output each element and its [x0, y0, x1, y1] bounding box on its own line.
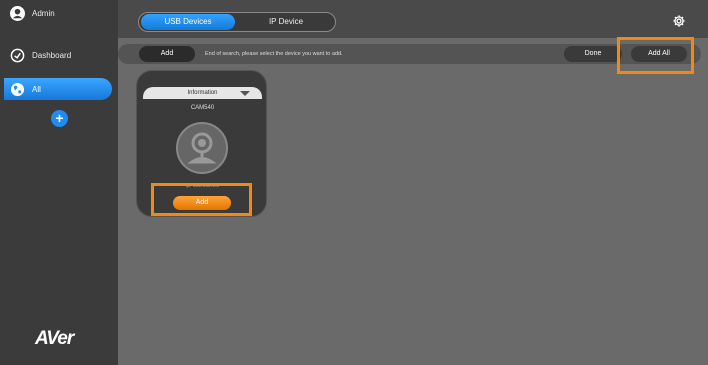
gear-icon[interactable]	[672, 14, 686, 28]
device-add-highlight	[151, 183, 252, 216]
user-icon	[10, 6, 25, 21]
sidebar-item-dashboard[interactable]: Dashboard	[10, 48, 71, 63]
device-type-tabs: USB Devices IP Device	[138, 12, 336, 32]
chevron-down-icon	[240, 91, 250, 96]
tab-ip-device[interactable]: IP Device	[239, 14, 333, 30]
information-label: Information	[187, 90, 218, 96]
globe-icon	[10, 82, 25, 96]
admin-label: Admin	[32, 9, 55, 18]
device-model: CAM540	[190, 105, 215, 111]
add-all-highlight	[617, 37, 694, 74]
sidebar: Admin Dashboard All + AVer	[0, 0, 118, 365]
sidebar-admin[interactable]: Admin	[10, 6, 55, 21]
all-label: All	[32, 84, 41, 94]
add-button[interactable]: Add	[139, 46, 195, 62]
done-button[interactable]: Done	[564, 46, 622, 62]
webcam-icon	[176, 122, 228, 174]
aver-logo: AVer	[35, 328, 74, 349]
search-status-message: End of search, please select the device …	[205, 51, 343, 57]
tab-usb-devices[interactable]: USB Devices	[141, 14, 235, 30]
dashboard-label: Dashboard	[32, 51, 72, 60]
dashboard-icon	[10, 48, 25, 63]
add-group-button[interactable]: +	[51, 110, 68, 127]
sidebar-item-all[interactable]: All	[4, 78, 112, 100]
information-dropdown[interactable]: Information	[143, 87, 262, 99]
